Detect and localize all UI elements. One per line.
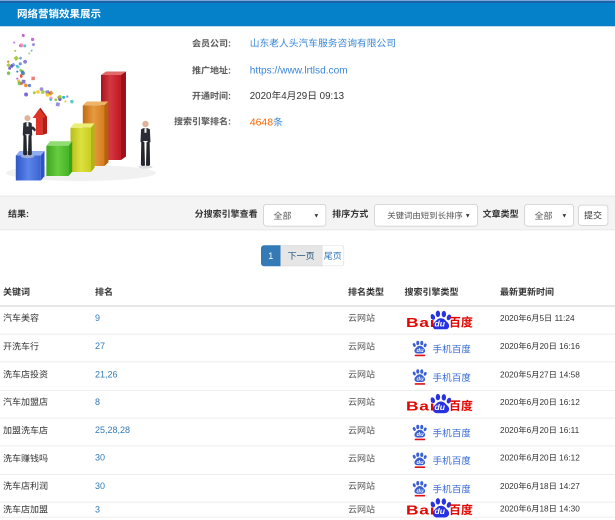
svg-text:手机百度: 手机百度 <box>432 425 470 439</box>
svg-text:du: du <box>435 402 446 412</box>
svg-text:du: du <box>435 318 446 328</box>
svg-text:du: du <box>416 348 424 354</box>
svg-text:手机百度: 手机百度 <box>432 453 470 467</box>
svg-text:手机百度: 手机百度 <box>432 370 470 384</box>
svg-text:百度: 百度 <box>449 501 473 517</box>
svg-text:du: du <box>416 488 424 494</box>
svg-text:du: du <box>435 506 446 516</box>
svg-text:手机百度: 手机百度 <box>432 342 470 356</box>
svg-text:手机百度: 手机百度 <box>432 481 470 495</box>
svg-text:Bai: Bai <box>406 400 436 413</box>
svg-text:百度: 百度 <box>449 313 473 329</box>
svg-text:Bai: Bai <box>406 316 436 329</box>
svg-text:百度: 百度 <box>449 397 473 413</box>
svg-text:du: du <box>416 432 424 438</box>
svg-text:du: du <box>416 376 424 382</box>
svg-text:Bai: Bai <box>406 504 436 517</box>
svg-text:du: du <box>416 460 424 466</box>
